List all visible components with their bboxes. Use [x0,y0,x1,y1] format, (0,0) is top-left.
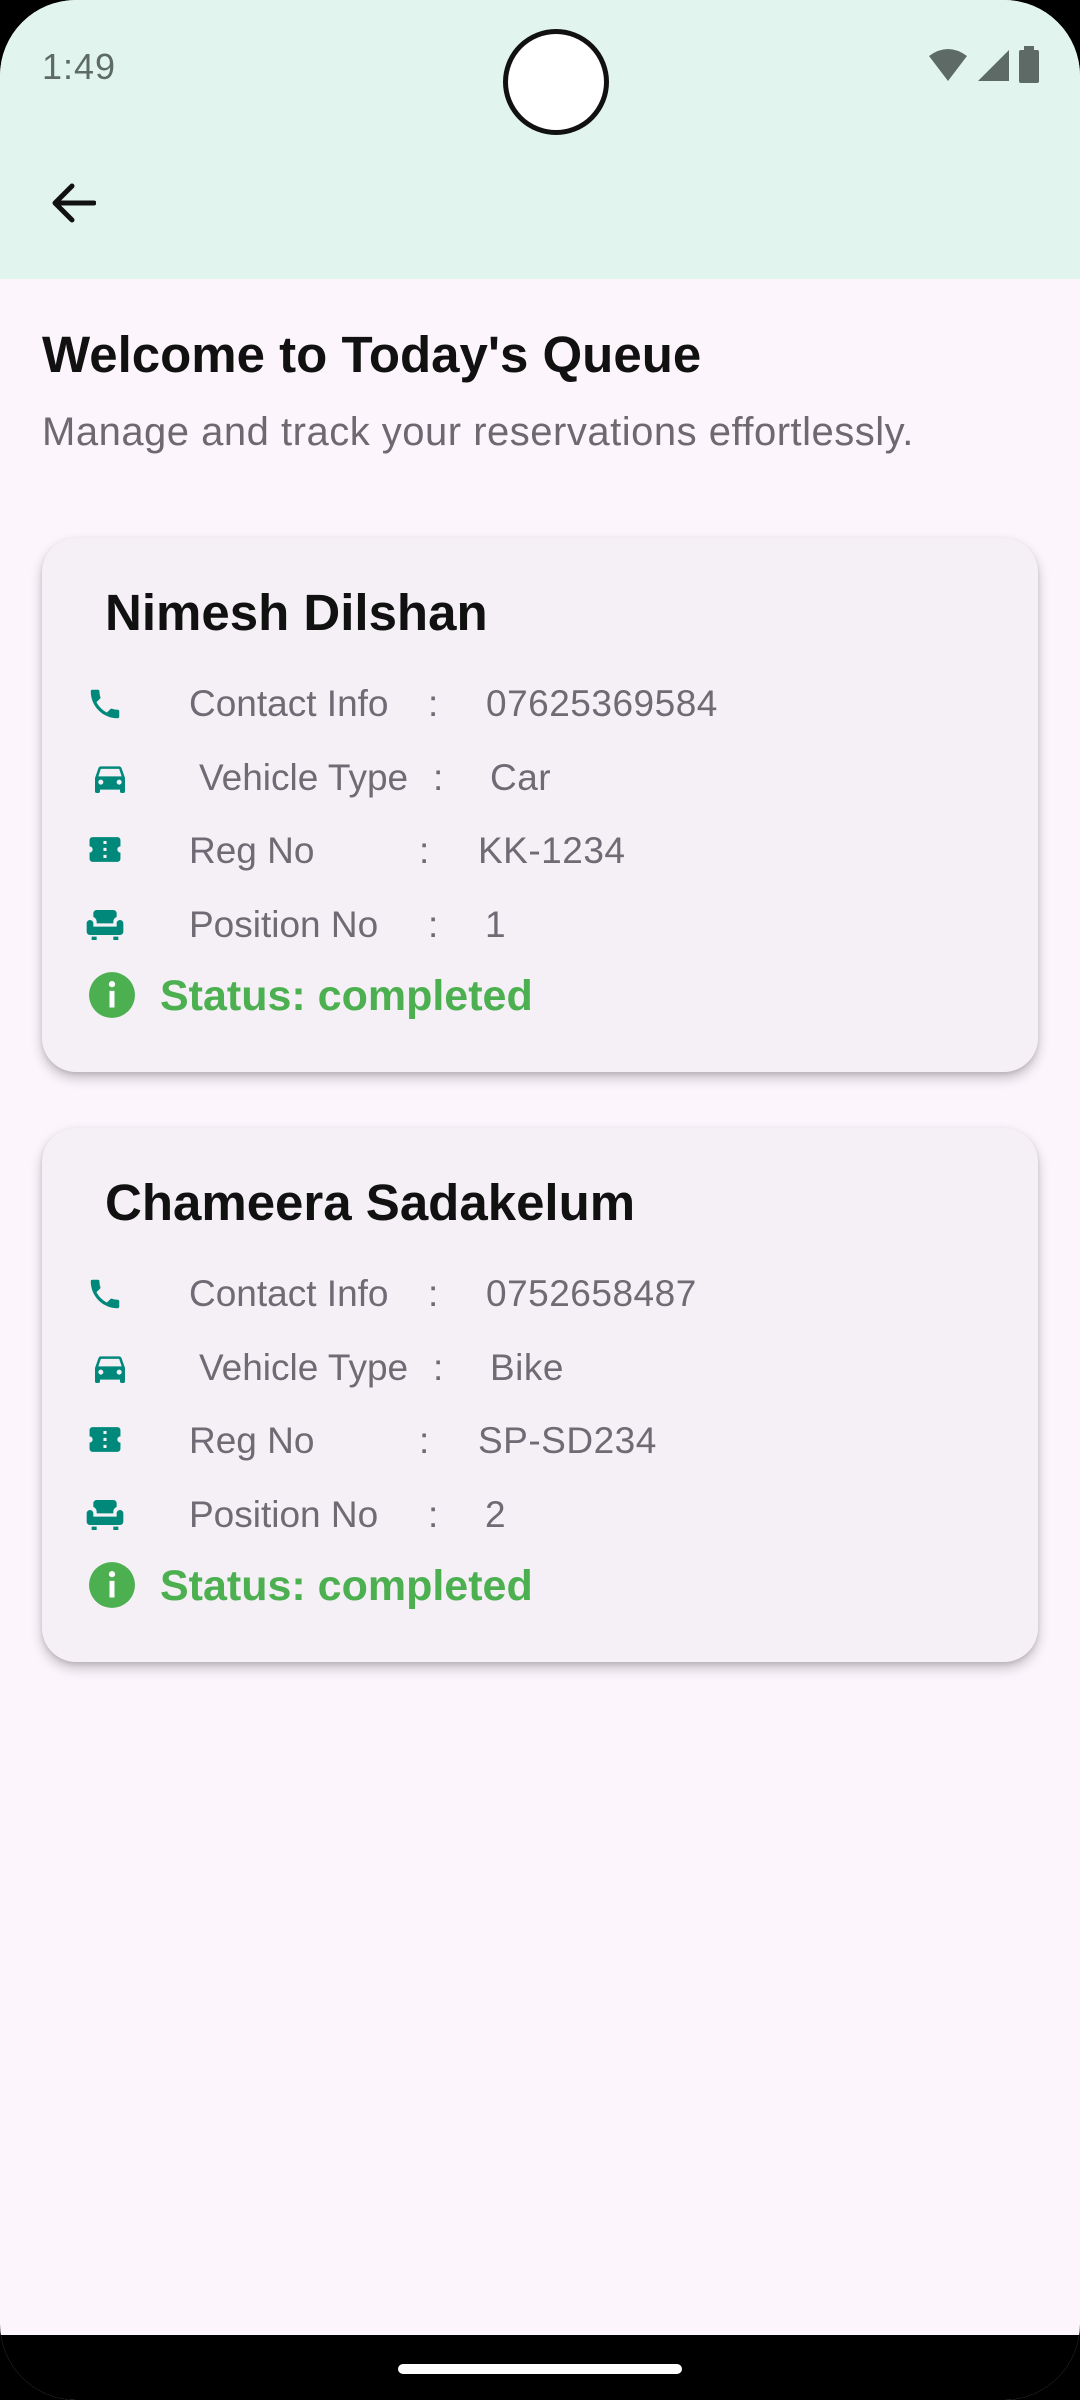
reg-value: KK-1234 [478,830,626,871]
phone-icon [84,683,126,725]
position-row: Position No : 2 [84,1489,506,1541]
vehicle-label: Vehicle Type [199,1347,409,1388]
wifi-icon [928,48,968,87]
car-icon [84,757,136,799]
position-value: 1 [485,904,507,945]
customer-name: Chameera Sadakelum [105,1174,636,1231]
customer-name: Nimesh Dilshan [105,584,488,641]
contact-row: Contact Info : 07625369584 [84,678,717,730]
contact-row: Contact Info : 0752658487 [84,1268,696,1320]
vehicle-value: Bike [490,1347,564,1388]
arrow-left-icon [50,183,97,228]
contact-value: 0752658487 [486,1273,697,1314]
colon: : [433,757,444,798]
contact-value: 07625369584 [486,683,718,724]
position-value: 2 [485,1494,507,1535]
reg-row: Reg No : SP-SD234 [84,1415,656,1467]
vehicle-row: Vehicle Type : Car [84,752,551,804]
page-subtitle: Manage and track your reservations effor… [42,410,914,454]
colon: : [419,1420,430,1461]
reservation-card[interactable]: Chameera Sadakelum Contact Info : 075265… [42,1128,1038,1662]
status-text: Status: completed [160,972,533,1020]
position-label: Position No [189,1494,379,1535]
status-time: 1:49 [42,46,117,87]
info-icon [87,970,137,1025]
ticket-icon [84,1420,126,1462]
status-row [87,1560,137,1615]
page-title: Welcome to Today's Queue [42,326,702,383]
reg-label: Reg No [189,1420,315,1461]
info-icon [87,1560,137,1615]
colon: : [428,1273,439,1314]
vehicle-value: Car [490,757,552,798]
screen: 1:49 Welcome to Today's Queue Manage and… [0,0,1080,2400]
contact-label: Contact Info [189,1273,389,1314]
camera-cutout [503,29,609,135]
position-row: Position No : 1 [84,899,506,951]
back-button[interactable] [36,168,110,242]
status-icons [928,46,1040,89]
battery-icon [1018,46,1040,89]
ticket-icon [84,830,126,872]
reg-label: Reg No [189,830,315,871]
position-label: Position No [189,904,379,945]
car-icon [84,1347,136,1389]
home-indicator[interactable] [398,2364,682,2374]
vehicle-row: Vehicle Type : Bike [84,1342,563,1394]
reservation-card[interactable]: Nimesh Dilshan Contact Info : 0762536958… [42,538,1038,1072]
colon: : [428,904,439,945]
status-text: Status: completed [160,1562,533,1610]
status-row [87,970,137,1025]
phone-icon [84,1273,126,1315]
colon: : [419,830,430,871]
app-bar: 1:49 [0,0,1080,279]
seat-icon [84,904,126,946]
colon: : [428,683,439,724]
contact-label: Contact Info [189,683,389,724]
reg-value: SP-SD234 [478,1420,657,1461]
colon: : [433,1347,444,1388]
seat-icon [84,1494,126,1536]
colon: : [428,1494,439,1535]
reg-row: Reg No : KK-1234 [84,825,625,877]
cell-signal-icon [976,48,1010,87]
vehicle-label: Vehicle Type [199,757,409,798]
